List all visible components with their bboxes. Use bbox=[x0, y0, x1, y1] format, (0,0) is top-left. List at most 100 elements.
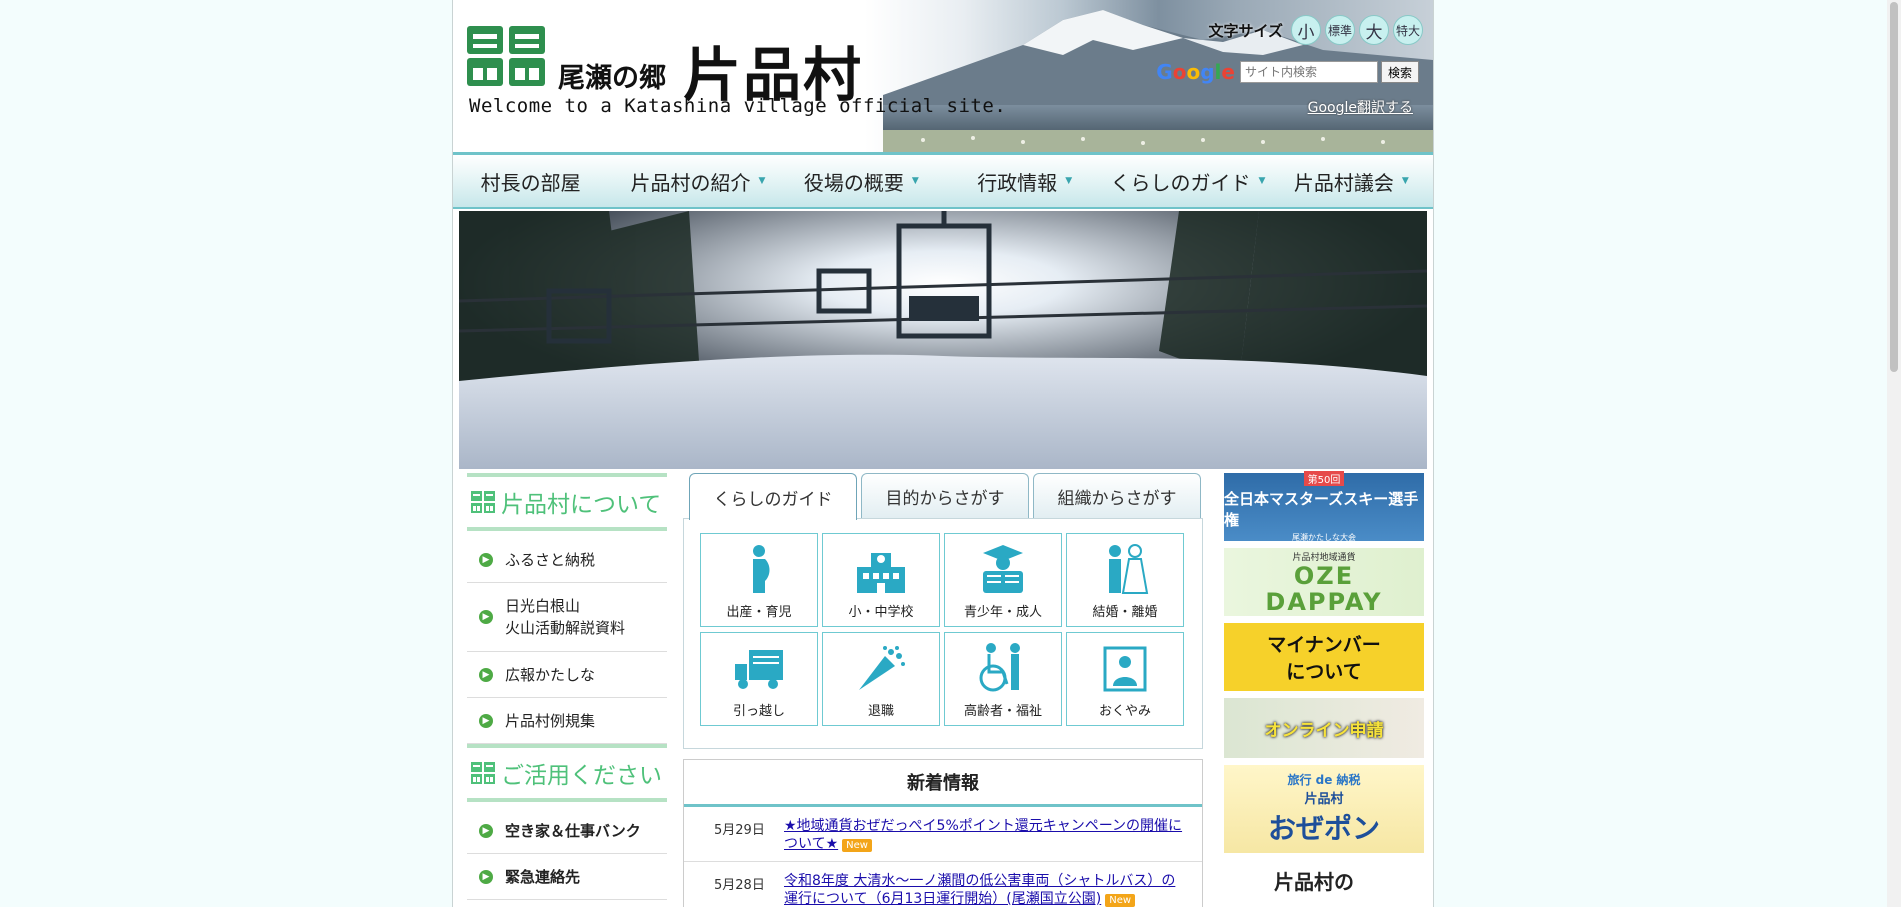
arrow-right-icon: ▶ bbox=[479, 823, 493, 838]
font-size-controls: 文字サイズ 小 標準 大 特大 bbox=[1208, 15, 1423, 45]
graduate-icon bbox=[983, 545, 1023, 593]
sidebar-section-title: ご活用ください bbox=[501, 763, 662, 789]
banner-online-application[interactable]: オンライン申請 bbox=[1224, 698, 1424, 758]
nav-office-overview[interactable]: 役場の概要 ▼ bbox=[780, 155, 943, 207]
news-item: 5月29日 ★地域通貨おぜだっぺイ5%ポイント還元キャンペーンの開催について★ N… bbox=[684, 807, 1202, 862]
nav-admin-info[interactable]: 行政情報 ▼ bbox=[943, 155, 1106, 207]
tile-label: 引っ越し bbox=[732, 704, 785, 719]
banner-text: 第50回 bbox=[1303, 471, 1345, 486]
sidebar-item-volcano-info[interactable]: ▶ 日光白根山 火山活動解説資料 bbox=[467, 583, 667, 652]
nav-mayor-room[interactable]: 村長の部屋 bbox=[453, 155, 616, 207]
tab-panel: 出産・育児 小・中学校 青少年・成人 結婚・離婚 引っ越し 退職 高齢者・福祉 … bbox=[683, 518, 1203, 749]
banner-ozepon[interactable]: 旅行 de 納税 片品村 おぜポン bbox=[1224, 765, 1424, 853]
tile-label: 結婚・離婚 bbox=[1092, 605, 1158, 620]
nav-label: 役場の概要 bbox=[803, 170, 904, 195]
life-event-grid: 出産・育児 小・中学校 青少年・成人 結婚・離婚 引っ越し 退職 高齢者・福祉 … bbox=[700, 533, 1186, 726]
tile-elderly-welfare[interactable]: 高齢者・福祉 bbox=[944, 632, 1062, 726]
scrollbar-thumb[interactable] bbox=[1890, 2, 1898, 372]
sidebar-item-emergency[interactable]: ▶ 緊急連絡先 bbox=[467, 854, 667, 900]
global-nav: 村長の部屋 片品村の紹介 ▼ 役場の概要 ▼ 行政情報 ▼ くらしのガイド ▼ … bbox=[453, 155, 1433, 209]
font-size-standard-button[interactable]: 標準 bbox=[1325, 15, 1355, 45]
tab-search-by-organization[interactable]: 組織からさがす bbox=[1033, 473, 1201, 518]
font-size-xlarge-button[interactable]: 特大 bbox=[1393, 15, 1423, 45]
tile-childbirth[interactable]: 出産・育児 bbox=[700, 533, 818, 627]
sidebar-item-label: 緊急連絡先 bbox=[505, 868, 581, 886]
chevron-down-icon: ▼ bbox=[758, 176, 766, 186]
tile-label: 小・中学校 bbox=[848, 605, 914, 620]
news-link[interactable]: 令和8年度 大清水〜一ノ瀬間の低公害車両（シャトルバス）の運行について（6月13… bbox=[784, 872, 1188, 907]
new-badge: New bbox=[842, 839, 872, 852]
sidebar-section-useful: ご活用ください bbox=[467, 744, 667, 802]
memorial-icon bbox=[1103, 646, 1147, 692]
nav-living-guide[interactable]: くらしのガイド ▼ bbox=[1106, 155, 1269, 207]
banner-text: DAPPAY bbox=[1265, 587, 1383, 616]
village-logo-icon bbox=[471, 762, 495, 784]
bouquet-icon bbox=[859, 646, 905, 690]
news-link[interactable]: ★地域通貨おぜだっぺイ5%ポイント還元キャンペーンの開催について★ New bbox=[784, 817, 1188, 853]
font-size-small-button[interactable]: 小 bbox=[1291, 15, 1321, 45]
tile-marriage[interactable]: 結婚・離婚 bbox=[1066, 533, 1184, 627]
tile-label: 高齢者・福祉 bbox=[963, 704, 1042, 719]
tab-living-guide[interactable]: くらしのガイド bbox=[689, 473, 857, 520]
site-welcome-text: Welcome to a Katashina village official … bbox=[469, 95, 1007, 117]
village-logo-icon bbox=[471, 491, 495, 513]
sidebar-item-akiya-bank[interactable]: ▶ 空き家＆仕事バンク bbox=[467, 808, 667, 854]
banner-katashina[interactable]: 片品村の bbox=[1224, 860, 1424, 900]
sidebar-item-label: 空き家＆仕事バンク bbox=[505, 822, 641, 840]
new-badge: New bbox=[1105, 894, 1136, 907]
hero-ski-lift-image bbox=[459, 211, 1427, 469]
tile-label: おくやみ bbox=[1098, 704, 1151, 719]
site-header: 尾瀬の郷 片品村 Welcome to a Katashina village … bbox=[453, 0, 1433, 155]
banner-text: 旅行 de 納税 bbox=[1287, 773, 1361, 787]
sidebar-item-label: ふるさと納税 bbox=[505, 551, 596, 569]
tab-search-by-purpose[interactable]: 目的からさがす bbox=[861, 473, 1029, 518]
news-item: 5月28日 令和8年度 大清水〜一ノ瀬間の低公害車両（シャトルバス）の運行につい… bbox=[684, 862, 1202, 907]
banner-my-number[interactable]: マイナンバー について bbox=[1224, 623, 1424, 691]
tile-school[interactable]: 小・中学校 bbox=[822, 533, 940, 627]
wheelchair-icon bbox=[979, 643, 1020, 692]
tile-moving[interactable]: 引っ越し bbox=[700, 632, 818, 726]
banner-text: OZE bbox=[1293, 561, 1355, 590]
tile-condolence[interactable]: おくやみ bbox=[1066, 632, 1184, 726]
tile-youth-adult[interactable]: 青少年・成人 bbox=[944, 533, 1062, 627]
nav-label: 行政情報 bbox=[977, 170, 1058, 195]
news-section: 新着情報 5月29日 ★地域通貨おぜだっぺイ5%ポイント還元キャンペーンの開催に… bbox=[683, 759, 1203, 907]
font-size-label: 文字サイズ bbox=[1208, 21, 1283, 40]
google-logo-icon: Google bbox=[1156, 60, 1235, 84]
truck-icon bbox=[735, 650, 783, 689]
tile-label: 出産・育児 bbox=[726, 605, 792, 620]
banner-masters-ski[interactable]: 第50回 全日本マスターズスキー選手権 尾瀬かたしな大会 bbox=[1224, 471, 1424, 542]
sidebar-section-about: 片品村について bbox=[467, 473, 667, 531]
nav-assembly[interactable]: 片品村議会 ▼ bbox=[1270, 155, 1433, 207]
sidebar-item-label: 日光白根山 火山活動解説資料 bbox=[505, 597, 626, 637]
page-scrollbar[interactable] bbox=[1887, 0, 1901, 907]
arrow-right-icon: ▶ bbox=[479, 552, 493, 567]
tile-retirement[interactable]: 退職 bbox=[822, 632, 940, 726]
news-title: 新着情報 bbox=[684, 760, 1202, 807]
wedding-couple-icon bbox=[1109, 544, 1149, 594]
sidebar-item-regulations[interactable]: ▶ 片品村例規集 bbox=[467, 698, 667, 744]
village-logo-icon bbox=[467, 26, 545, 86]
sidebar-section-title: 片品村について bbox=[501, 492, 662, 518]
right-banners: 第50回 全日本マスターズスキー選手権 尾瀬かたしな大会 片品村地域通貨 OZE… bbox=[1224, 471, 1424, 907]
sidebar-item-label: 片品村例規集 bbox=[505, 712, 596, 730]
banner-text: マイナンバー bbox=[1267, 634, 1381, 656]
sidebar-item-newsletter[interactable]: ▶ 広報かたしな bbox=[467, 652, 667, 698]
font-size-large-button[interactable]: 大 bbox=[1359, 15, 1389, 45]
banner-oze-dappay[interactable]: 片品村地域通貨 OZE DAPPAY bbox=[1224, 548, 1424, 616]
search-button[interactable]: 検索 bbox=[1380, 61, 1419, 83]
banner-text: おぜポン bbox=[1267, 812, 1380, 845]
google-translate-link[interactable]: Google翻訳する bbox=[1308, 97, 1413, 117]
chevron-down-icon: ▼ bbox=[1258, 176, 1266, 186]
tile-label: 青少年・成人 bbox=[963, 605, 1042, 620]
nav-label: 片品村議会 bbox=[1293, 170, 1394, 195]
search-input[interactable] bbox=[1239, 61, 1378, 83]
news-date: 5月29日 bbox=[714, 823, 765, 838]
guide-tabs: くらしのガイド 目的からさがす 組織からさがす bbox=[683, 473, 1203, 520]
arrow-right-icon: ▶ bbox=[479, 713, 493, 728]
nav-village-intro[interactable]: 片品村の紹介 ▼ bbox=[616, 155, 779, 207]
sidebar-item-furusato-tax[interactable]: ▶ ふるさと納税 bbox=[467, 537, 667, 583]
page-container: 尾瀬の郷 片品村 Welcome to a Katashina village … bbox=[452, 0, 1434, 907]
banner-text: 片品村 bbox=[1304, 792, 1344, 807]
chevron-down-icon: ▼ bbox=[1401, 176, 1409, 186]
